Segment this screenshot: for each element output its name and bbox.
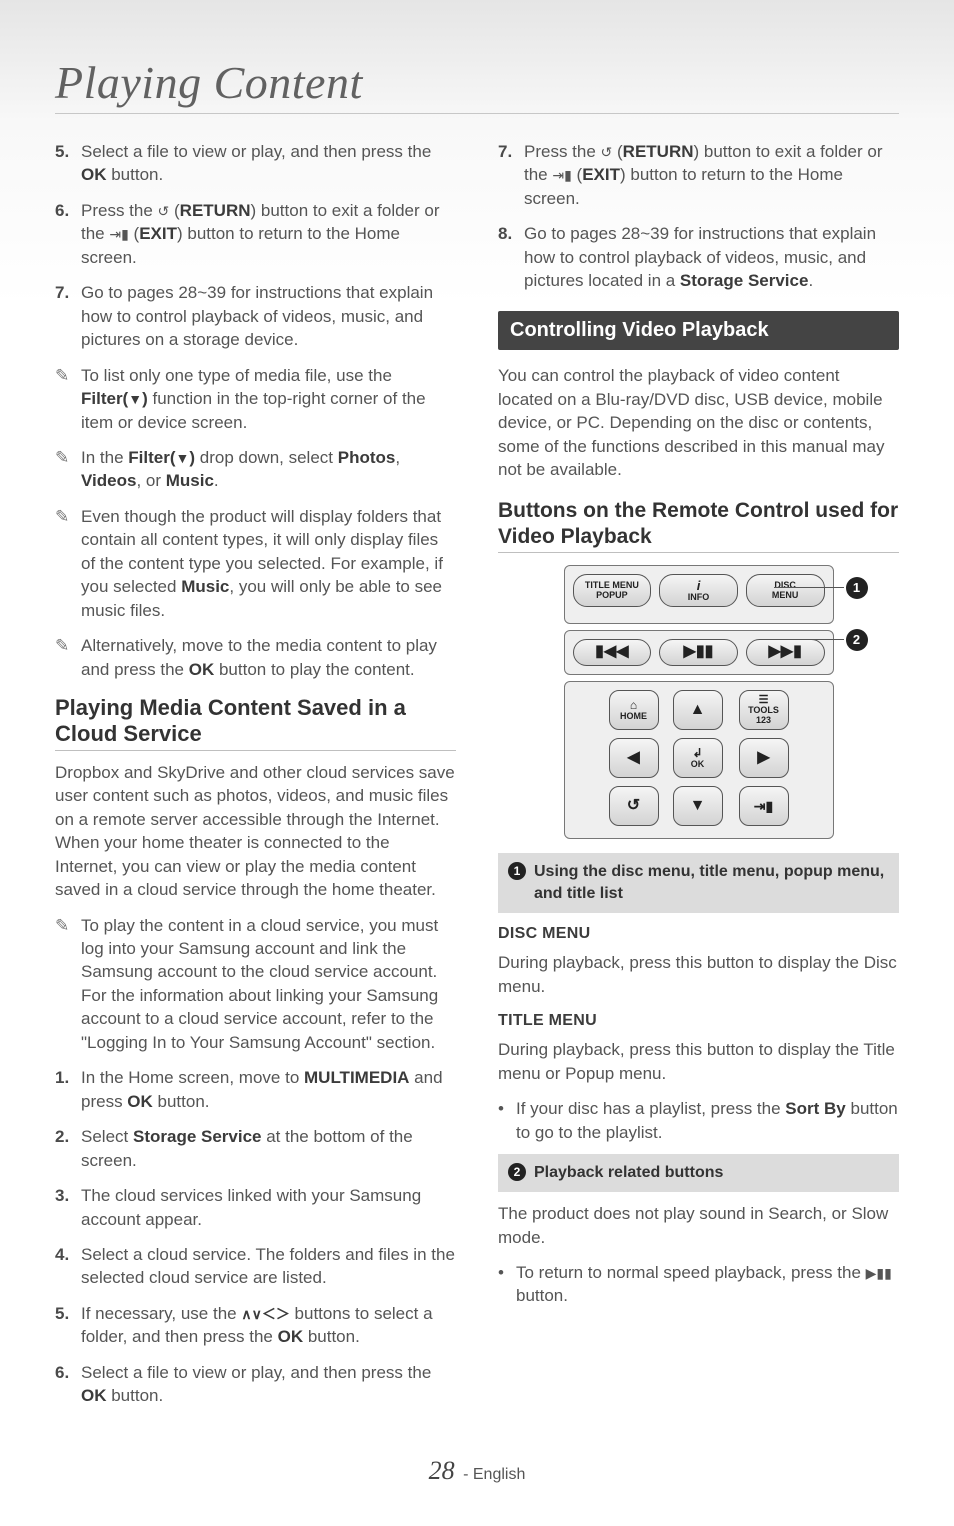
home-button: ⌂HOME (609, 690, 659, 730)
exit-button: ⇥▮ (739, 786, 789, 826)
circle-1-icon: 1 (508, 862, 526, 880)
note-cloud-login: ✎ To play the content in a cloud service… (55, 914, 456, 1055)
page-number: 28 (429, 1456, 455, 1485)
two-column-layout: 5. Select a file to view or play, and th… (55, 140, 899, 1420)
exit-icon: ⇥▮ (552, 167, 571, 183)
page-title: Playing Content (55, 56, 899, 114)
cloud-step-5: 5. If necessary, use the ∧∨＜＞ buttons to… (55, 1302, 456, 1349)
cloud-step-1: 1. In the Home screen, move to MULTIMEDI… (55, 1066, 456, 1113)
up-arrow-button: ▲ (673, 690, 723, 730)
ok-button: ↲OK (673, 738, 723, 778)
note-music-only: ✎ Even though the product will display f… (55, 505, 456, 622)
remote-diagram: TITLE MENUPOPUP iINFO DISCMENU ▮◀◀ ▶▮▮ ▶… (498, 565, 899, 839)
note-icon: ✎ (55, 505, 81, 622)
callout-line-2 (782, 639, 844, 640)
cloud-step-4: 4. Select a cloud service. The folders a… (55, 1243, 456, 1290)
step-6: 6. Press the ↺ (RETURN) button to exit a… (55, 199, 456, 269)
cloud-step-3: 3. The cloud services linked with your S… (55, 1184, 456, 1231)
exit-icon: ⇥▮ (109, 226, 128, 242)
manual-page: Playing Content 5. Select a file to view… (0, 0, 954, 1526)
note-icon: ✎ (55, 634, 81, 681)
callout-2-icon: 2 (846, 629, 868, 651)
cloud-paragraph: Dropbox and SkyDrive and other cloud ser… (55, 761, 456, 902)
note-filter: ✎ To list only one type of media file, u… (55, 364, 456, 434)
step-7: 7. Go to pages 28~39 for instructions th… (55, 281, 456, 351)
cloud-step-6: 6. Select a file to view or play, and th… (55, 1361, 456, 1408)
dpad-arrows-icon: ∧∨＜＞ (241, 1306, 290, 1322)
skip-forward-button: ▶▶▮ (746, 639, 825, 666)
step-7b: 7. Press the ↺ (RETURN) button to exit a… (498, 140, 899, 210)
note-icon: ✎ (55, 364, 81, 434)
callout-1-icon: 1 (846, 577, 868, 599)
right-arrow-button: ▶ (739, 738, 789, 778)
circle-2-icon: 2 (508, 1163, 526, 1181)
disc-menu-heading: DISC MENU (498, 923, 899, 945)
step-5: 5. Select a file to view or play, and th… (55, 140, 456, 187)
callout-2-header: 2 Playback related buttons (498, 1154, 899, 1192)
remote-dpad-panel: ⌂HOME ▲ ☰TOOLS123 ◀ ↲OK ▶ ↺ ▼ ⇥▮ (564, 681, 834, 839)
return-icon: ↺ (158, 203, 170, 219)
down-arrow-button: ▼ (673, 786, 723, 826)
note-filter-select: ✎ In the Filter(▼) drop down, select Pho… (55, 446, 456, 493)
left-arrow-button: ◀ (609, 738, 659, 778)
title-menu-heading: TITLE MENU (498, 1010, 899, 1032)
cvp-paragraph: You can control the playback of video co… (498, 364, 899, 481)
tools-button: ☰TOOLS123 (739, 690, 789, 730)
filter-icon: ▼ (128, 391, 142, 407)
language-label: English (473, 1466, 525, 1483)
callout-line-1 (774, 587, 844, 588)
heading-cloud-service: Playing Media Content Saved in a Cloud S… (55, 695, 456, 751)
right-column: 7. Press the ↺ (RETURN) button to exit a… (498, 140, 899, 1420)
cloud-step-2: 2. Select Storage Service at the bottom … (55, 1125, 456, 1172)
disc-menu-paragraph: During playback, press this button to di… (498, 951, 899, 998)
playback-paragraph: The product does not play sound in Searc… (498, 1202, 899, 1249)
remote-top-panel: TITLE MENUPOPUP iINFO DISCMENU (564, 565, 834, 624)
note-icon: ✎ (55, 446, 81, 493)
remote-playback-panel: ▮◀◀ ▶▮▮ ▶▶▮ (564, 630, 834, 675)
disc-menu-button: DISCMENU (746, 574, 825, 607)
play-pause-button: ▶▮▮ (659, 639, 738, 666)
playback-bullet: • To return to normal speed playback, pr… (498, 1261, 899, 1308)
left-column: 5. Select a file to view or play, and th… (55, 140, 456, 1420)
title-menu-button: TITLE MENUPOPUP (573, 574, 652, 607)
skip-back-button: ▮◀◀ (573, 639, 652, 666)
title-menu-bullet: • If your disc has a playlist, press the… (498, 1097, 899, 1144)
return-icon: ↺ (601, 144, 613, 160)
title-menu-paragraph: During playback, press this button to di… (498, 1038, 899, 1085)
step-8: 8. Go to pages 28~39 for instructions th… (498, 222, 899, 292)
filter-icon: ▼ (176, 450, 190, 466)
info-button: iINFO (659, 574, 738, 607)
return-button: ↺ (609, 786, 659, 826)
page-footer: 28 - English (55, 1456, 899, 1486)
section-controlling-video: Controlling Video Playback (498, 311, 899, 351)
heading-remote-buttons: Buttons on the Remote Control used for V… (498, 498, 899, 554)
note-alternative: ✎ Alternatively, move to the media conte… (55, 634, 456, 681)
note-icon: ✎ (55, 914, 81, 1055)
play-pause-icon: ▶▮▮ (866, 1265, 892, 1281)
callout-1-header: 1 Using the disc menu, title menu, popup… (498, 853, 899, 913)
